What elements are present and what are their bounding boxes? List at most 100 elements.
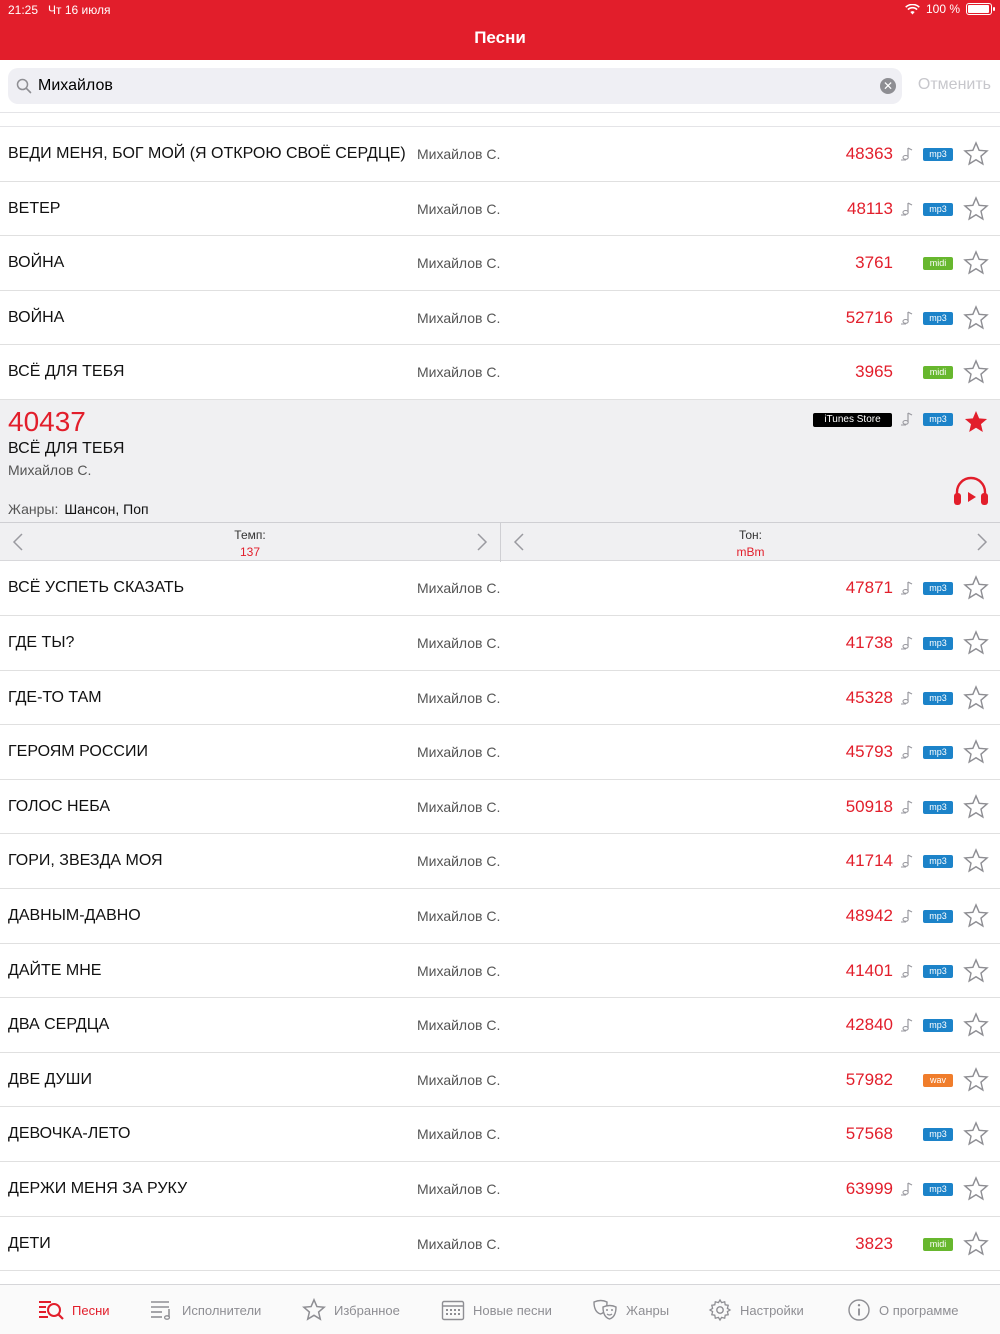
song-number: 40437 (8, 405, 86, 437)
song-number: 57568 (845, 1124, 893, 1144)
song-row[interactable]: ДЕВОЧКА-ЛЕТО Михайлов С. 57568 mp3 (0, 1107, 1000, 1162)
itunes-store-button[interactable]: iTunes Store (813, 412, 892, 427)
song-row[interactable]: ВСЁ ДЛЯ ТЕБЯ Михайлов С. 3965 midi (0, 345, 1000, 400)
song-row[interactable]: ВСЁ УСПЕТЬ СКАЗАТЬ Михайлов С. 47871 mp3 (0, 561, 1000, 617)
song-artist: Михайлов С. (417, 635, 501, 652)
favorite-star-icon[interactable] (963, 250, 989, 276)
tab-about[interactable]: О программе (847, 1297, 959, 1323)
song-number: 57982 (845, 1069, 893, 1089)
song-artist: Михайлов С. (417, 744, 501, 761)
format-badge: mp3 (923, 637, 953, 651)
song-artist[interactable]: Михайлов С. (8, 462, 91, 478)
music-note-icon (901, 202, 913, 216)
favorite-star-filled-icon[interactable] (963, 409, 989, 435)
song-title: ГДЕ ТЫ? (8, 634, 75, 652)
song-number: 50918 (845, 796, 893, 816)
song-artist: Михайлов С. (417, 962, 501, 979)
song-row[interactable]: ДЕРЖИ МЕНЯ ЗА РУКУ Михайлов С. 63999 mp3 (0, 1162, 1000, 1217)
favorite-star-icon[interactable] (963, 739, 989, 765)
song-title: ДЕРЖИ МЕНЯ ЗА РУКУ (8, 1180, 188, 1197)
song-row[interactable]: ГДЕ ТЫ? Михайлов С. 41738 mp3 (0, 616, 1000, 671)
song-number: 41738 (845, 633, 893, 653)
song-row[interactable]: ДАЙТЕ МНЕ Михайлов С. 41401 mp3 (0, 944, 1000, 999)
favorite-star-icon[interactable] (963, 1066, 989, 1093)
tab-artists[interactable]: Исполнители (150, 1297, 261, 1323)
favorite-star-icon[interactable] (963, 141, 989, 167)
tab-favorites[interactable]: Избранное (302, 1297, 400, 1323)
favorite-star-icon[interactable] (963, 359, 989, 385)
favorite-star-icon[interactable] (963, 304, 989, 331)
song-row[interactable]: ГДЕ-ТО ТАМ Михайлов С. 45328 mp3 (0, 671, 1000, 726)
song-title: ВОЙНА (8, 254, 65, 272)
clear-search-icon[interactable]: ✕ (880, 78, 896, 94)
search-field[interactable]: ✕ (8, 68, 902, 104)
favorite-star-icon[interactable] (963, 1230, 989, 1257)
favorite-star-icon[interactable] (963, 848, 989, 874)
song-row[interactable]: ВЕТЕР Михайлов С. 48113 mp3 (0, 182, 1000, 237)
expanded-song-panel: 40437 ВСЁ ДЛЯ ТЕБЯ Михайлов С. Жанры: Шан… (0, 399, 1000, 562)
chevron-right-icon[interactable] (476, 532, 488, 552)
favorite-star-icon[interactable] (963, 793, 989, 820)
song-params: Темп: 137 Тон: mBm (0, 521, 1000, 562)
song-title: ДВА СЕРДЦА (8, 1016, 110, 1034)
song-artist: Михайлов С. (417, 1181, 501, 1197)
song-title: ГОРИ, ЗВЕЗДА МОЯ (8, 852, 163, 870)
song-row[interactable]: ВЕДИ МЕНЯ, БОГ МОЙ (Я ОТКРОЮ СВОЁ СЕРДЦЕ… (0, 127, 1000, 182)
chevron-right-icon[interactable] (976, 532, 988, 552)
song-row[interactable]: ГОЛОС НЕБА Михайлов С. 50918 mp3 (0, 780, 1000, 835)
status-indicators: 100 % (905, 2, 995, 16)
favorite-star-icon[interactable] (963, 1176, 989, 1202)
favorite-star-icon[interactable] (963, 630, 989, 656)
tab-genres[interactable]: Жанры (592, 1297, 669, 1323)
tab-songs[interactable]: Песни (38, 1297, 110, 1323)
tab-label: О программе (879, 1302, 959, 1318)
song-title: ВСЁ УСПЕТЬ СКАЗАТЬ (8, 579, 185, 597)
song-row[interactable]: ГОРИ, ЗВЕЗДА МОЯ Михайлов С. 41714 mp3 (0, 834, 1000, 890)
favorite-star-icon[interactable] (963, 195, 989, 222)
favorites-star-icon (302, 1298, 326, 1321)
song-artist: Михайлов С. (417, 1126, 501, 1143)
song-number: 3965 (855, 362, 893, 382)
song-title: ДЕТИ (8, 1234, 51, 1252)
search-input[interactable] (38, 68, 868, 104)
status-date: Чт 16 июля (48, 3, 111, 17)
song-row[interactable]: ДАВНЫМ-ДАВНО Михайлов С. 48942 mp3 (0, 889, 1000, 944)
songs-search-icon (39, 1301, 64, 1320)
favorite-star-icon[interactable] (963, 903, 989, 929)
song-number: 41401 (845, 960, 893, 980)
song-number: 48363 (845, 144, 893, 163)
tab-bar: Песни Исполнители Избранное Новые песни (0, 1284, 1000, 1334)
music-note-icon (901, 412, 913, 426)
favorite-star-icon[interactable] (963, 957, 989, 984)
song-row[interactable]: ВОЙНА Михайлов С. 3761 midi (0, 236, 1000, 291)
song-row[interactable]: ГЕРОЯМ РОССИИ Михайлов С. 45793 mp3 (0, 725, 1000, 780)
favorite-star-icon[interactable] (963, 1121, 989, 1147)
cancel-button[interactable]: Отменить (918, 76, 991, 94)
format-badge: mp3 (923, 412, 953, 426)
format-badge: mp3 (923, 1183, 953, 1196)
song-genres: Жанры: Шансон, Поп (8, 501, 149, 517)
key-control: Тон: mBm (500, 522, 1000, 562)
favorite-star-icon[interactable] (963, 1012, 989, 1038)
song-artist: Михайлов С. (417, 689, 501, 706)
song-number: 52716 (845, 307, 893, 327)
headphones-play-icon[interactable] (952, 474, 990, 508)
tab-settings[interactable]: Настройки (708, 1297, 804, 1323)
favorite-star-icon[interactable] (963, 575, 989, 601)
song-row[interactable]: ДЕТИ Михайлов С. 3823 midi (0, 1217, 1000, 1272)
favorite-star-icon[interactable] (963, 684, 989, 711)
divider (0, 112, 1000, 113)
song-number: 3761 (855, 253, 893, 273)
song-number: 47871 (845, 578, 893, 598)
format-badge: mp3 (923, 582, 953, 596)
format-badge: mp3 (923, 800, 953, 814)
format-badge: mp3 (923, 311, 953, 325)
song-title: ДВЕ ДУШИ (8, 1070, 92, 1088)
song-artist: Михайлов С. (417, 364, 501, 381)
tab-label: Новые песни (473, 1302, 552, 1318)
song-row[interactable]: ДВА СЕРДЦА Михайлов С. 42840 mp3 (0, 998, 1000, 1053)
song-artist: Михайлов С. (417, 798, 501, 815)
tab-new-songs[interactable]: Новые песни (441, 1297, 552, 1323)
song-row[interactable]: ДВЕ ДУШИ Михайлов С. 57982 wav (0, 1053, 1000, 1108)
song-row[interactable]: ВОЙНА Михайлов С. 52716 mp3 (0, 291, 1000, 346)
